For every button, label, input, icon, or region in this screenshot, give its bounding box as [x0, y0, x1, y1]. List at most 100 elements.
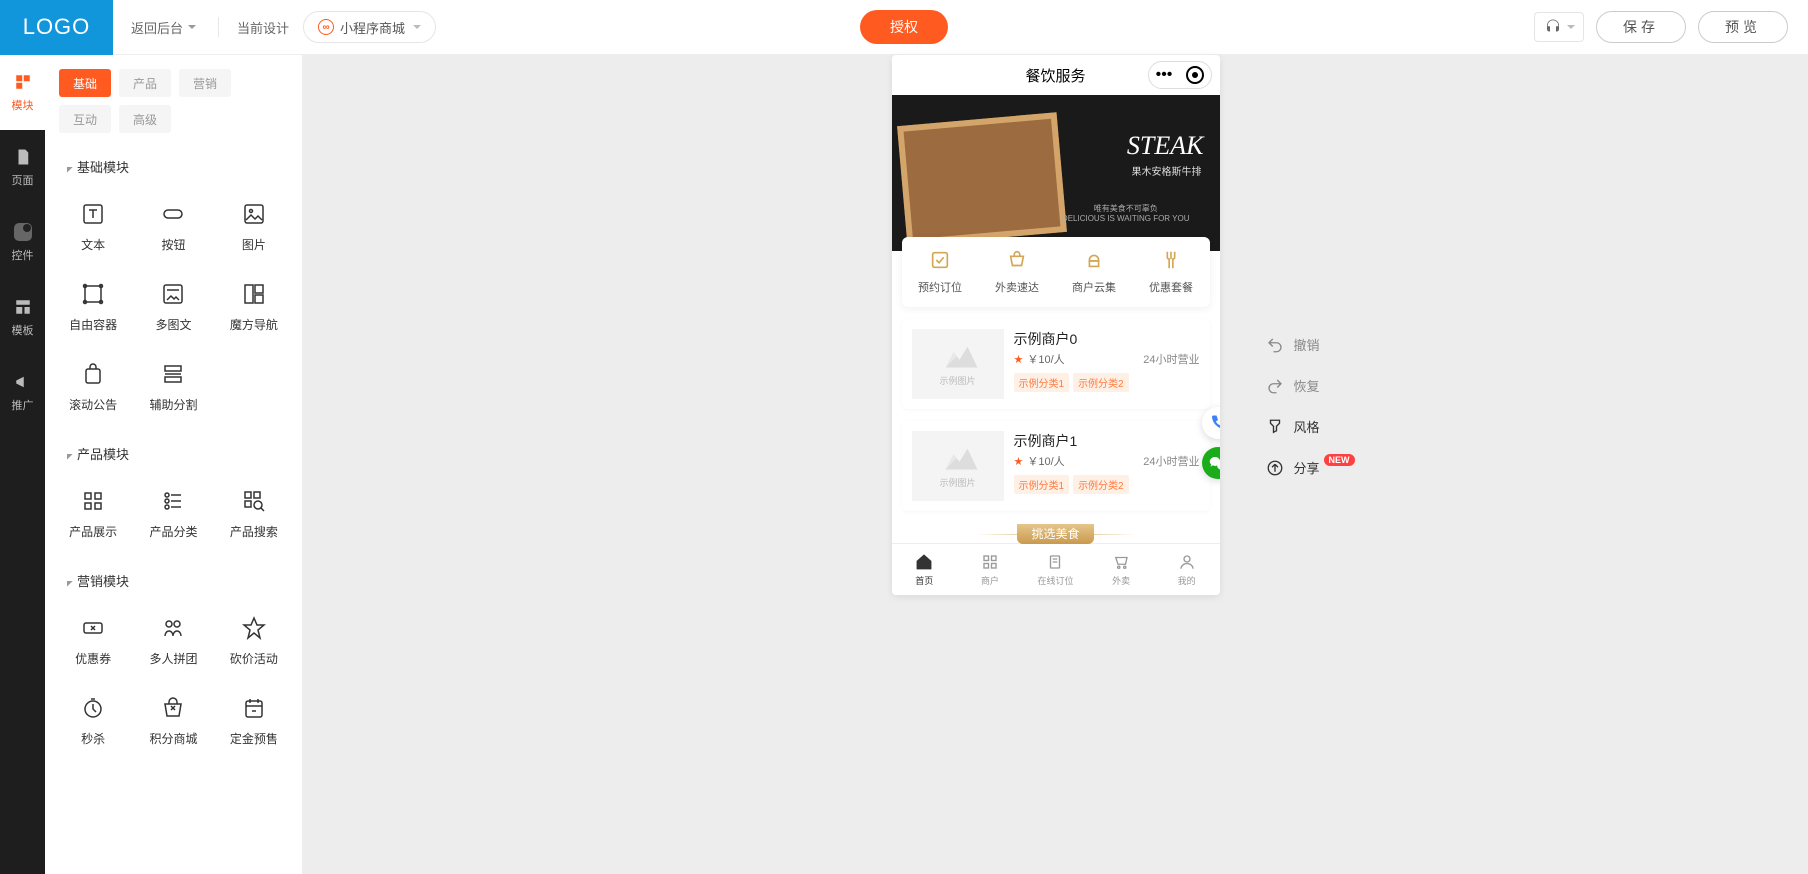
auth-button[interactable]: 授权 — [860, 10, 948, 44]
block-label: 文本 — [81, 236, 105, 253]
rail-item-promote[interactable]: 推广 — [0, 355, 45, 430]
capsule-menu-icon[interactable]: ••• — [1149, 66, 1180, 84]
action-share[interactable]: 分享NEW — [1266, 458, 1355, 477]
tab-reserve[interactable]: 在线订位 — [1023, 544, 1089, 595]
support-button[interactable] — [1534, 12, 1584, 42]
capsule[interactable]: ••• — [1148, 61, 1212, 89]
cat-tab-product[interactable]: 产品 — [119, 69, 171, 97]
cat-tab-interactive[interactable]: 互动 — [59, 105, 111, 133]
rail-label: 页面 — [12, 172, 34, 188]
action-style[interactable]: 风格 — [1266, 417, 1355, 436]
project-picker[interactable]: 小程序商城 — [303, 11, 436, 43]
block-magicnav[interactable]: 魔方导航 — [214, 266, 294, 346]
tab-me[interactable]: 我的 — [1154, 544, 1220, 595]
save-button[interactable]: 保存 — [1596, 11, 1686, 43]
headset-icon — [1544, 18, 1562, 36]
placeholder-mountain-icon — [938, 342, 978, 368]
block-container[interactable]: 自由容器 — [53, 266, 133, 346]
tab-label: 在线订位 — [1037, 574, 1073, 587]
pick-title-label: 挑选美食 — [1017, 524, 1093, 544]
block-seckill[interactable]: 秒杀 — [53, 680, 133, 760]
coupon-icon — [81, 616, 105, 640]
nav-item-reserve[interactable]: 预约订位 — [902, 249, 979, 295]
block-label: 砍价活动 — [230, 650, 278, 667]
action-undo[interactable]: 撤销 — [1266, 335, 1355, 354]
nav-item-delivery[interactable]: 外卖速达 — [979, 249, 1056, 295]
rail-label: 控件 — [12, 247, 34, 263]
store-info: 示例商户0 ★￥10/人24小时营业 示例分类1示例分类2 — [1014, 329, 1200, 399]
store-tag: 示例分类1 — [1014, 373, 1070, 392]
rail-label: 推广 — [12, 397, 34, 413]
block-button[interactable]: 按钮 — [133, 186, 213, 266]
store-image-placeholder: 示例图片 — [912, 431, 1004, 501]
block-bargain[interactable]: 砍价活动 — [214, 600, 294, 680]
nav-item-merchants[interactable]: 商户云集 — [1056, 249, 1133, 295]
points-icon — [161, 696, 185, 720]
template-icon — [14, 298, 32, 316]
star-icon: ★ — [1014, 455, 1024, 468]
banner-small2: DELICIOUS IS WAITING FOR YOU — [1062, 214, 1190, 223]
page-icon — [14, 148, 32, 166]
rail-label: 模板 — [12, 322, 34, 338]
block-presale[interactable]: 定金预售 — [214, 680, 294, 760]
block-coupon[interactable]: 优惠券 — [53, 600, 133, 680]
block-divider[interactable]: 辅助分割 — [133, 346, 213, 426]
tab-merchants[interactable]: 商户 — [957, 544, 1023, 595]
action-label: 风格 — [1294, 417, 1320, 436]
block-label: 图片 — [242, 236, 266, 253]
reserve-icon — [929, 249, 951, 271]
fork-icon — [1160, 249, 1182, 271]
store-tag: 示例分类2 — [1073, 475, 1129, 494]
store-name: 示例商户0 — [1014, 329, 1200, 349]
block-text[interactable]: 文本 — [53, 186, 133, 266]
block-image[interactable]: 图片 — [214, 186, 294, 266]
block-product-category[interactable]: 产品分类 — [133, 473, 213, 553]
block-product-show[interactable]: 产品展示 — [53, 473, 133, 553]
miniprogram-icon — [318, 19, 334, 35]
basic-grid: 文本 按钮 图片 自由容器 多图文 魔方导航 滚动公告 辅助分割 — [45, 182, 302, 430]
store-price: ￥10/人 — [1027, 453, 1064, 469]
store-card-0[interactable]: 示例图片 示例商户0 ★￥10/人24小时营业 示例分类1示例分类2 — [902, 319, 1210, 409]
richimage-icon — [161, 282, 185, 306]
banner[interactable]: STEAK 果木安格斯牛排 唯有美食不可辜负DELICIOUS IS WAITI… — [892, 95, 1220, 251]
modules-icon — [14, 73, 32, 91]
phone-title-text: 餐饮服务 — [1025, 65, 1085, 86]
store-card-1[interactable]: 示例图片 示例商户1 ★￥10/人24小时营业 示例分类1示例分类2 — [902, 421, 1210, 511]
action-redo[interactable]: 恢复 — [1266, 376, 1355, 395]
banner-sub: 果木安格斯牛排 — [1132, 163, 1202, 178]
store-tag: 示例分类1 — [1014, 475, 1070, 494]
rail-item-controls[interactable]: 控件 — [0, 205, 45, 280]
store-price: ￥10/人 — [1027, 351, 1064, 367]
tab-home[interactable]: 首页 — [892, 544, 958, 595]
block-points[interactable]: 积分商城 — [133, 680, 213, 760]
rail-item-pages[interactable]: 页面 — [0, 130, 45, 205]
style-icon — [1266, 418, 1284, 436]
preview-button[interactable]: 预览 — [1698, 11, 1788, 43]
block-richimage[interactable]: 多图文 — [133, 266, 213, 346]
store-image-placeholder: 示例图片 — [912, 329, 1004, 399]
section-title-marketing: 营销模块 — [45, 557, 302, 596]
cat-tab-advanced[interactable]: 高级 — [119, 105, 171, 133]
section-title-basic: 基础模块 — [45, 143, 302, 182]
rail-item-modules[interactable]: 模块 — [0, 55, 45, 130]
nav-item-deals[interactable]: 优惠套餐 — [1133, 249, 1210, 295]
store-hours: 24小时营业 — [1143, 453, 1199, 469]
tab-delivery[interactable]: 外卖 — [1088, 544, 1154, 595]
grid-icon — [981, 553, 999, 571]
block-groupbuy[interactable]: 多人拼团 — [133, 600, 213, 680]
phone-preview: 餐饮服务 ••• STEAK 果木安格斯牛排 唯有美食不可辜负DELICIOUS… — [892, 55, 1220, 595]
phone-titlebar: 餐饮服务 ••• — [892, 55, 1220, 95]
rail-item-templates[interactable]: 模板 — [0, 280, 45, 355]
side-panel: 基础 产品 营销 互动 高级 基础模块 文本 按钮 图片 自由容器 多图文 魔方… — [45, 55, 303, 874]
cat-tab-marketing[interactable]: 营销 — [179, 69, 231, 97]
button-icon — [161, 202, 185, 226]
capsule-close-icon[interactable] — [1180, 66, 1211, 84]
block-label: 魔方导航 — [230, 316, 278, 333]
block-marquee[interactable]: 滚动公告 — [53, 346, 133, 426]
cat-tab-basic[interactable]: 基础 — [59, 69, 111, 97]
block-label: 按钮 — [161, 236, 185, 253]
back-link[interactable]: 返回后台 — [131, 18, 196, 37]
clipboard-icon — [1046, 553, 1064, 571]
block-product-search[interactable]: 产品搜索 — [214, 473, 294, 553]
magicnav-icon — [242, 282, 266, 306]
